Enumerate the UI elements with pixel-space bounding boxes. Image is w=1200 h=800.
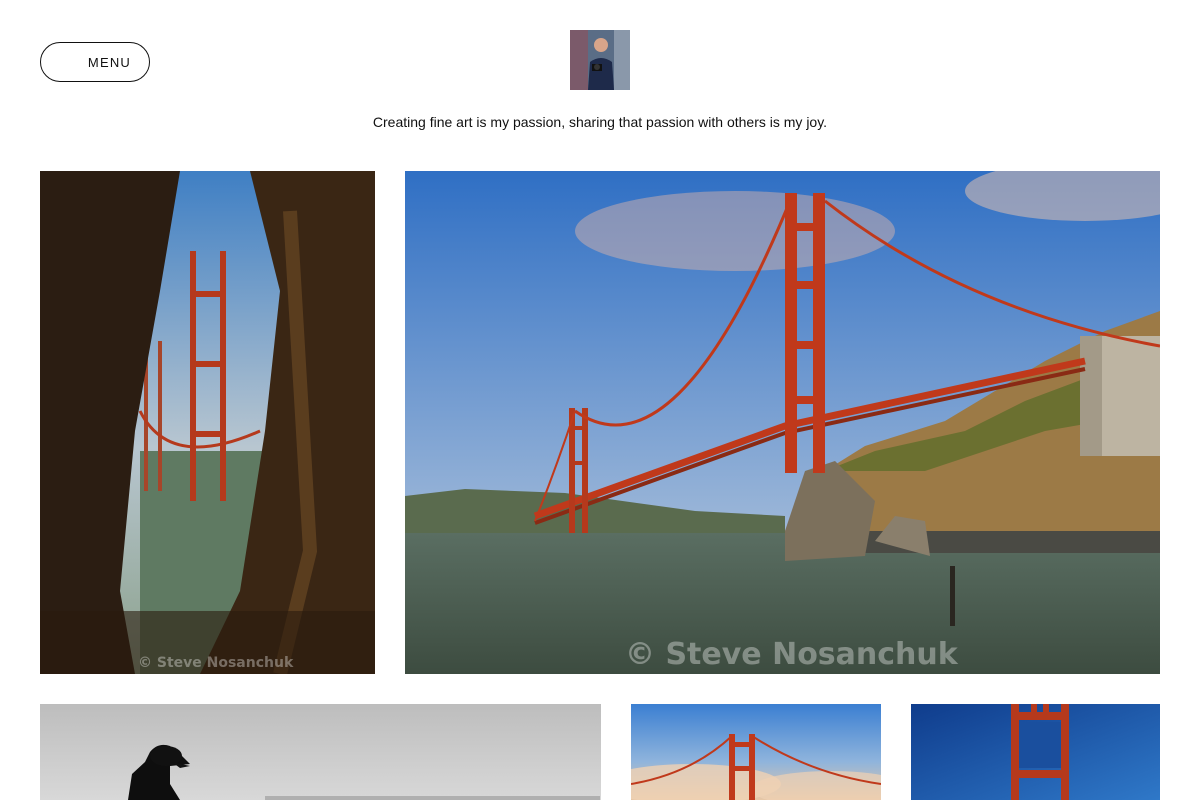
photo-golden-gate-bridge-landscape[interactable]: © Steve Nosanchuk xyxy=(405,171,1160,674)
photo-image xyxy=(405,171,1160,674)
site-logo-avatar[interactable] xyxy=(570,30,630,90)
photo-golden-gate-tower-fog[interactable] xyxy=(631,704,881,800)
photo-image xyxy=(631,704,881,800)
photo-black-and-white-figure[interactable] xyxy=(40,704,601,800)
menu-button[interactable]: MENU xyxy=(40,42,150,82)
photo-image xyxy=(40,171,375,674)
menu-label: MENU xyxy=(87,54,131,70)
photo-golden-gate-through-trees[interactable]: © Steve Nosanchuk xyxy=(40,171,375,674)
photo-watermark: © Steve Nosanchuk xyxy=(138,655,294,671)
photo-watermark: © Steve Nosanchuk xyxy=(625,637,958,672)
tagline: Creating fine art is my passion, sharing… xyxy=(372,114,828,130)
page: MENU Creating fine art is my passion, sh… xyxy=(0,0,1200,800)
photo-image xyxy=(40,704,601,800)
photo-golden-gate-tower-blue[interactable] xyxy=(911,704,1160,800)
photo-image xyxy=(911,704,1160,800)
